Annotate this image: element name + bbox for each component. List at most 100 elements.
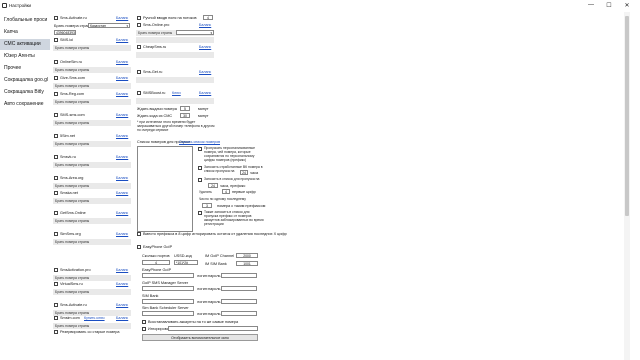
skip-list-textarea[interactable] bbox=[137, 146, 193, 232]
close-button[interactable]: ✕ bbox=[620, 2, 634, 9]
service-checkbox[interactable] bbox=[54, 176, 58, 180]
skip-count-input[interactable]: 3 bbox=[202, 203, 212, 208]
login2-input[interactable] bbox=[221, 286, 257, 291]
balance-link[interactable]: Баланс bbox=[116, 282, 128, 286]
balance-link[interactable]: Баланс bbox=[116, 60, 128, 64]
balance-link[interactable]: Баланс bbox=[199, 45, 211, 49]
key-row bbox=[136, 37, 214, 43]
skip-opt-checkbox[interactable] bbox=[198, 166, 202, 170]
country-select[interactable]: Казахстан bbox=[88, 23, 130, 28]
service-checkbox[interactable] bbox=[54, 211, 58, 215]
vertical-scrollbar[interactable] bbox=[624, 12, 630, 360]
manual-checkbox[interactable] bbox=[137, 16, 141, 20]
service-checkbox[interactable] bbox=[54, 16, 58, 20]
buy-key-link[interactable]: Купить ключ bbox=[84, 316, 105, 320]
skip-count-unit: номера с таким префиксом bbox=[217, 204, 266, 208]
balance-link[interactable]: Баланс bbox=[116, 134, 128, 138]
service-checkbox[interactable] bbox=[137, 91, 141, 95]
service-checkbox[interactable] bbox=[54, 60, 58, 64]
easyphone-checkbox[interactable] bbox=[137, 245, 141, 249]
balance-link[interactable]: Баланс bbox=[116, 155, 128, 159]
country-row-label: Брать номера страны bbox=[55, 163, 90, 167]
login3-input[interactable] bbox=[221, 299, 257, 304]
service-checkbox[interactable] bbox=[54, 134, 58, 138]
balance-link[interactable]: Баланс bbox=[116, 92, 128, 96]
settings-window-icon bbox=[2, 3, 7, 8]
balance-link[interactable]: Баланс bbox=[116, 38, 128, 42]
server1-input[interactable] bbox=[142, 273, 194, 278]
prefix-checkbox[interactable] bbox=[137, 232, 141, 236]
wait-code-input[interactable]: 30 bbox=[180, 113, 190, 118]
sidebar-item-googl[interactable]: Сокращалка goo.gl bbox=[0, 75, 50, 86]
reserve-checkbox[interactable] bbox=[54, 330, 58, 334]
sidebar-item-sms[interactable]: СМС активации bbox=[0, 39, 50, 50]
skip-digits-input[interactable]: 4 bbox=[222, 189, 230, 194]
sidebar-item-proxies[interactable]: Глобальные проси bbox=[0, 15, 50, 26]
balance-link[interactable]: Баланс bbox=[116, 113, 128, 117]
country-label: Брать номера страны bbox=[54, 24, 93, 28]
service-checkbox[interactable] bbox=[54, 92, 58, 96]
simbank-input[interactable]: 1001 bbox=[236, 261, 258, 266]
server3-input[interactable] bbox=[142, 299, 194, 304]
sidebar-item-captcha[interactable]: Капча bbox=[0, 27, 50, 38]
manual-threads[interactable]: 4 bbox=[203, 15, 213, 20]
api-key-input[interactable]: 4396048393 bbox=[54, 30, 76, 35]
balance-link[interactable]: Баланс bbox=[116, 16, 128, 20]
sidebar-item-autosave[interactable]: Авто сохранение bbox=[0, 99, 50, 110]
service-checkbox[interactable] bbox=[54, 191, 58, 195]
balance-link[interactable]: Баланс bbox=[116, 316, 128, 320]
sidebar-item-useragents[interactable]: Юзер Агенты bbox=[0, 51, 50, 62]
service-checkbox[interactable] bbox=[54, 303, 58, 307]
key-link[interactable]: Ключ bbox=[172, 91, 181, 95]
ports-input[interactable]: 4 bbox=[142, 260, 170, 265]
service-checkbox[interactable] bbox=[54, 113, 58, 117]
service-name: GetSms.Online bbox=[60, 211, 86, 215]
sidebar-item-other[interactable]: Прочее bbox=[0, 63, 50, 74]
balance-link[interactable]: Баланс bbox=[116, 76, 128, 80]
imei-checkbox[interactable] bbox=[142, 327, 146, 331]
skip-opt-checkbox[interactable] bbox=[198, 178, 202, 182]
service-name: Give-Sms.com bbox=[60, 76, 85, 80]
download-skip-link[interactable]: Скачать список номеров bbox=[179, 140, 220, 144]
service-checkbox[interactable] bbox=[54, 155, 58, 159]
balance-link[interactable]: Баланс bbox=[116, 232, 128, 236]
service-checkbox[interactable] bbox=[54, 316, 58, 320]
balance-link[interactable]: Баланс bbox=[116, 211, 128, 215]
service-checkbox[interactable] bbox=[54, 38, 58, 42]
balance-link[interactable]: Баланс bbox=[116, 268, 128, 272]
service-checkbox[interactable] bbox=[137, 23, 141, 27]
restore-checkbox[interactable] bbox=[142, 320, 146, 324]
imei-input[interactable] bbox=[168, 326, 258, 331]
skip-hours-input[interactable]: 24 bbox=[240, 170, 248, 175]
service-checkbox[interactable] bbox=[137, 45, 141, 49]
ussd-input[interactable]: *101*2# bbox=[174, 260, 198, 265]
login4-input[interactable] bbox=[221, 311, 257, 316]
balance-link[interactable]: Баланс bbox=[116, 303, 128, 307]
scrollbar-thumb[interactable] bbox=[625, 16, 629, 216]
server2-input[interactable] bbox=[142, 286, 194, 291]
service-checkbox[interactable] bbox=[54, 282, 58, 286]
login1-input[interactable] bbox=[221, 273, 257, 278]
service-checkbox[interactable] bbox=[54, 76, 58, 80]
server4-input[interactable] bbox=[142, 311, 194, 316]
sidebar-item-bitly[interactable]: Сокращалка Bitly bbox=[0, 87, 50, 98]
wait-number-input[interactable]: 5 bbox=[180, 106, 190, 111]
service-checkbox[interactable] bbox=[54, 232, 58, 236]
minimize-button[interactable]: — bbox=[584, 2, 598, 8]
simbank-label: IM SIM Bank bbox=[205, 262, 227, 266]
show-helper-window-button[interactable]: Отобразить вспомогательное окно bbox=[142, 334, 258, 341]
channel-input[interactable]: 2000 bbox=[236, 253, 258, 258]
balance-link[interactable]: Баланс bbox=[116, 191, 128, 195]
balance-link[interactable]: Баланс bbox=[199, 91, 211, 95]
service-checkbox[interactable] bbox=[137, 70, 141, 74]
balance-link[interactable]: Баланс bbox=[116, 176, 128, 180]
balance-link[interactable]: Баланс bbox=[199, 70, 211, 74]
maximize-button[interactable]: ☐ bbox=[602, 2, 616, 9]
skip-days-unit: часа, префикс bbox=[220, 184, 246, 188]
skip-days-input[interactable]: 24 bbox=[208, 183, 218, 188]
service-checkbox[interactable] bbox=[54, 268, 58, 272]
balance-link[interactable]: Баланс bbox=[199, 23, 211, 27]
skip-opt-checkbox[interactable] bbox=[198, 147, 202, 151]
country-select[interactable] bbox=[176, 30, 214, 35]
skip-opt-checkbox[interactable] bbox=[198, 211, 202, 215]
